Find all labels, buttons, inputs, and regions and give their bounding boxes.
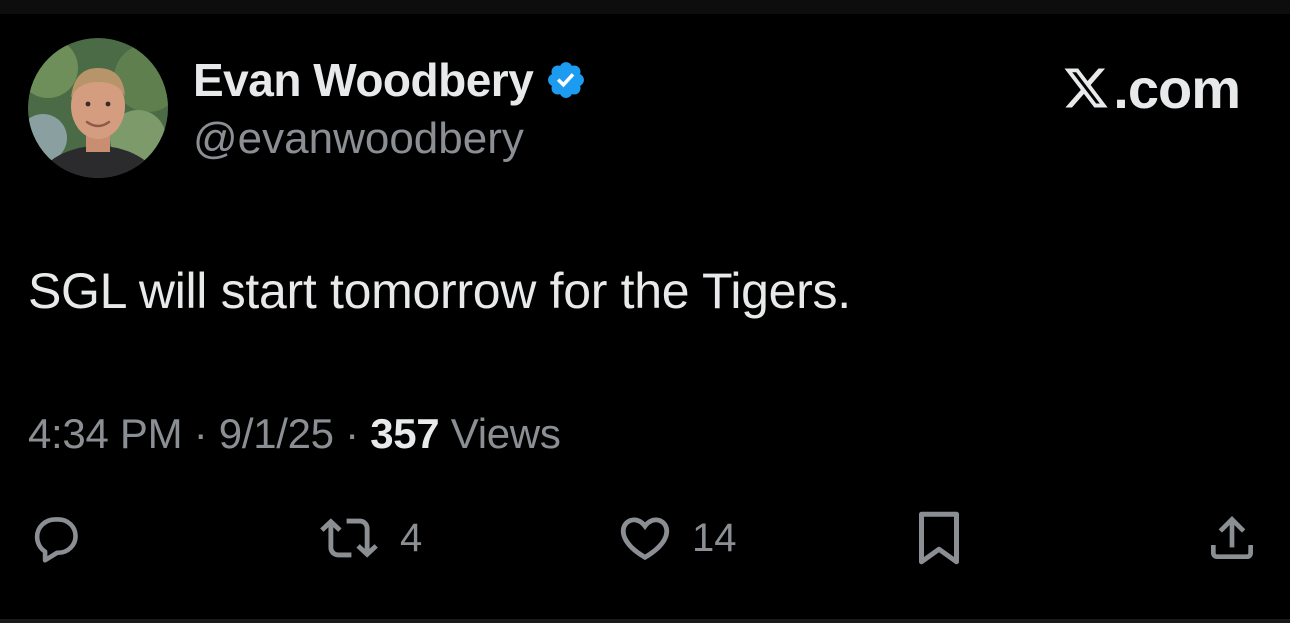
bookmark-button[interactable] xyxy=(914,508,964,568)
bottom-edge xyxy=(0,619,1290,623)
views-label: Views xyxy=(450,410,561,457)
reply-button[interactable] xyxy=(26,508,84,568)
views-count[interactable]: 357 xyxy=(370,410,439,457)
meta-separator: · xyxy=(345,410,359,457)
x-logo-icon xyxy=(1064,68,1108,108)
author-handle[interactable]: @evanwoodbery xyxy=(193,114,524,164)
avatar[interactable] xyxy=(28,38,168,178)
tweet-date[interactable]: 9/1/25 xyxy=(219,410,334,457)
heart-icon xyxy=(620,517,670,561)
author-display-name[interactable]: Evan Woodbery xyxy=(193,53,534,107)
share-icon xyxy=(1211,516,1253,559)
brand-logo: .com xyxy=(1061,56,1241,120)
tweet-text: SGL will start tomorrow for the Tigers. xyxy=(28,263,851,319)
verified-badge-icon xyxy=(548,62,585,98)
like-button[interactable]: 14 xyxy=(616,508,737,568)
author-name-row: Evan Woodbery xyxy=(193,52,587,108)
share-button[interactable] xyxy=(1204,508,1260,568)
meta-separator: · xyxy=(193,410,208,457)
bookmark-icon xyxy=(919,511,959,565)
brand-domain-text: .com xyxy=(1113,56,1241,120)
like-count: 14 xyxy=(692,515,737,560)
avatar-image xyxy=(28,38,168,178)
retweet-count: 4 xyxy=(400,515,423,560)
tweet-meta: 4:34 PM · 9/1/25 · 357 Views xyxy=(28,410,561,458)
reply-icon xyxy=(34,517,78,563)
retweet-button[interactable]: 4 xyxy=(316,508,422,568)
retweet-icon xyxy=(320,518,378,558)
top-edge xyxy=(0,0,1290,14)
tweet-time[interactable]: 4:34 PM xyxy=(28,410,183,457)
